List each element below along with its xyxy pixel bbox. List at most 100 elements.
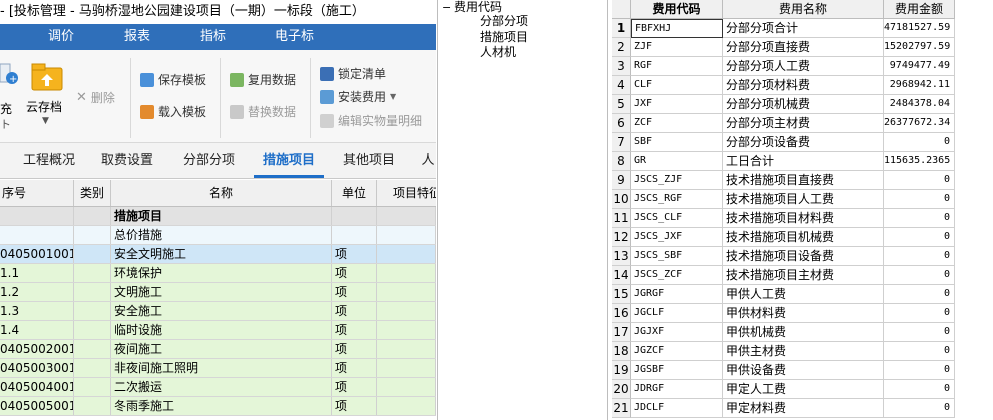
table-row[interactable]: 3 RGF 分部分项人工费 9749477.49 — [612, 57, 955, 76]
fee-amount-cell[interactable]: 0 — [884, 266, 955, 285]
cell-unit[interactable]: 项 — [332, 378, 377, 396]
fee-name-cell[interactable]: 分部分项合计 — [723, 19, 884, 38]
fee-name-cell[interactable]: 工日合计 — [723, 152, 884, 171]
tab-measures[interactable]: 措施项目 — [254, 143, 324, 178]
col-unit[interactable]: 单位 — [332, 180, 377, 206]
replace-data-button[interactable]: 替换数据 — [230, 102, 296, 122]
cell-seq[interactable] — [0, 207, 74, 225]
cell-seq[interactable] — [0, 226, 74, 244]
minus-icon[interactable]: − — [442, 0, 451, 15]
col-fee-amount[interactable]: 费用金额 — [884, 0, 955, 19]
cell-unit[interactable] — [332, 226, 377, 244]
edit-quantity-detail-button[interactable]: 编辑实物量明细 — [320, 111, 422, 131]
table-row[interactable]: 0405004001 二次搬运项 — [0, 378, 436, 397]
menu-index[interactable]: 指标 — [200, 24, 226, 50]
fee-amount-cell[interactable]: 0 — [884, 304, 955, 323]
menu-tiaojia[interactable]: 调价 — [48, 24, 74, 50]
table-row[interactable]: 13 JSCS_SBF 技术措施项目设备费 0 — [612, 247, 955, 266]
fee-code-cell[interactable]: JGRGF — [631, 285, 723, 304]
tree-item-sub-items[interactable]: 分部分项 — [480, 14, 528, 29]
fee-amount-cell[interactable]: 2968942.11 — [884, 76, 955, 95]
fee-code-cell[interactable]: JGSBF — [631, 361, 723, 380]
col-name[interactable]: 名称 — [111, 180, 332, 206]
fee-amount-cell[interactable]: 0 — [884, 285, 955, 304]
table-row[interactable]: 7 SBF 分部分项设备费 0 — [612, 133, 955, 152]
cell-category[interactable] — [74, 359, 111, 377]
fee-name-cell[interactable]: 技术措施项目主材费 — [723, 266, 884, 285]
cell-name[interactable]: 环境保护 — [111, 264, 332, 282]
fee-amount-cell[interactable]: 0 — [884, 209, 955, 228]
cell-category[interactable] — [74, 397, 111, 415]
cell-feature[interactable] — [377, 245, 436, 263]
cell-category[interactable] — [74, 340, 111, 358]
tree-root[interactable]: − 费用代码 — [442, 0, 502, 15]
fee-name-cell[interactable]: 甲定人工费 — [723, 380, 884, 399]
cell-name[interactable]: 文明施工 — [111, 283, 332, 301]
table-row[interactable]: 0405002001 夜间施工项 — [0, 340, 436, 359]
cell-feature[interactable] — [377, 264, 436, 282]
table-row[interactable]: 总价措施 — [0, 226, 436, 245]
cell-seq[interactable]: 0405004001 — [0, 378, 74, 396]
menu-e-bid[interactable]: 电子标 — [275, 24, 314, 50]
table-row[interactable]: 1.2 文明施工项 — [0, 283, 436, 302]
table-row[interactable]: 14 JSCS_ZCF 技术措施项目主材费 0 — [612, 266, 955, 285]
cell-name[interactable]: 安全施工 — [111, 302, 332, 320]
save-template-button[interactable]: 保存模板 — [140, 70, 206, 90]
cell-seq[interactable]: 1.3 — [0, 302, 74, 320]
fee-code-cell[interactable]: GR — [631, 152, 723, 171]
fee-code-cell[interactable]: JSCS_SBF — [631, 247, 723, 266]
fee-name-cell[interactable]: 分部分项人工费 — [723, 57, 884, 76]
cell-category[interactable] — [74, 207, 111, 225]
col-feature[interactable]: 项目特征 — [377, 180, 436, 206]
tab-sub-items[interactable]: 分部分项 — [172, 143, 246, 178]
table-row[interactable]: 4 CLF 分部分项材料费 2968942.11 — [612, 76, 955, 95]
cell-name[interactable]: 冬雨季施工 — [111, 397, 332, 415]
fee-amount-cell[interactable]: 0 — [884, 133, 955, 152]
cell-seq[interactable]: 1.4 — [0, 321, 74, 339]
cell-unit[interactable]: 项 — [332, 340, 377, 358]
cell-seq[interactable]: 0405005001 — [0, 397, 74, 415]
cell-name[interactable]: 夜间施工 — [111, 340, 332, 358]
fee-code-cell[interactable]: JGCLF — [631, 304, 723, 323]
menu-report[interactable]: 报表 — [124, 24, 150, 50]
cell-feature[interactable] — [377, 340, 436, 358]
tab-other-items[interactable]: 其他项目 — [334, 143, 404, 178]
fee-amount-cell[interactable]: 0 — [884, 228, 955, 247]
cell-name[interactable]: 非夜间施工照明 — [111, 359, 332, 377]
cell-unit[interactable] — [332, 207, 377, 225]
fee-code-cell[interactable]: JSCS_RGF — [631, 190, 723, 209]
table-row[interactable]: 21 JDCLF 甲定材料费 0 — [612, 399, 955, 418]
cell-category[interactable] — [74, 264, 111, 282]
fee-code-cell[interactable]: ZJF — [631, 38, 723, 57]
cell-unit[interactable]: 项 — [332, 264, 377, 282]
fee-name-cell[interactable]: 技术措施项目设备费 — [723, 247, 884, 266]
table-row[interactable]: 19 JGSBF 甲供设备费 0 — [612, 361, 955, 380]
col-seq[interactable]: 序号 — [0, 180, 74, 206]
fee-code-cell[interactable]: FBFXHJ — [631, 19, 723, 38]
cell-unit[interactable]: 项 — [332, 321, 377, 339]
tree-item-labor-material[interactable]: 人材机 — [480, 45, 516, 60]
cell-name[interactable]: 临时设施 — [111, 321, 332, 339]
tab-project-overview[interactable]: 工程概况 — [14, 143, 84, 178]
fee-amount-cell[interactable]: 0 — [884, 247, 955, 266]
cell-category[interactable] — [74, 378, 111, 396]
fee-amount-cell[interactable]: 0 — [884, 190, 955, 209]
table-row[interactable]: 0405003001 非夜间施工照明项 — [0, 359, 436, 378]
fee-code-cell[interactable]: JDRGF — [631, 380, 723, 399]
fee-name-cell[interactable]: 技术措施项目机械费 — [723, 228, 884, 247]
fee-amount-cell[interactable]: 0 — [884, 323, 955, 342]
table-row[interactable]: 1.4 临时设施项 — [0, 321, 436, 340]
fee-amount-cell[interactable]: 2484378.04 — [884, 95, 955, 114]
fee-name-cell[interactable]: 技术措施项目材料费 — [723, 209, 884, 228]
fee-amount-cell[interactable]: 0 — [884, 361, 955, 380]
fee-code-cell[interactable]: JSCS_JXF — [631, 228, 723, 247]
tree-item-measures[interactable]: 措施项目 — [480, 30, 528, 45]
table-row[interactable]: 1.3 安全施工项 — [0, 302, 436, 321]
table-row[interactable]: 18 JGZCF 甲供主材费 0 — [612, 342, 955, 361]
fee-name-cell[interactable]: 甲供主材费 — [723, 342, 884, 361]
col-category[interactable]: 类别 — [74, 180, 111, 206]
fee-name-cell[interactable]: 甲供人工费 — [723, 285, 884, 304]
cell-unit[interactable]: 项 — [332, 283, 377, 301]
table-row[interactable]: 10 JSCS_RGF 技术措施项目人工费 0 — [612, 190, 955, 209]
fee-amount-cell[interactable]: 26377672.34 — [884, 114, 955, 133]
